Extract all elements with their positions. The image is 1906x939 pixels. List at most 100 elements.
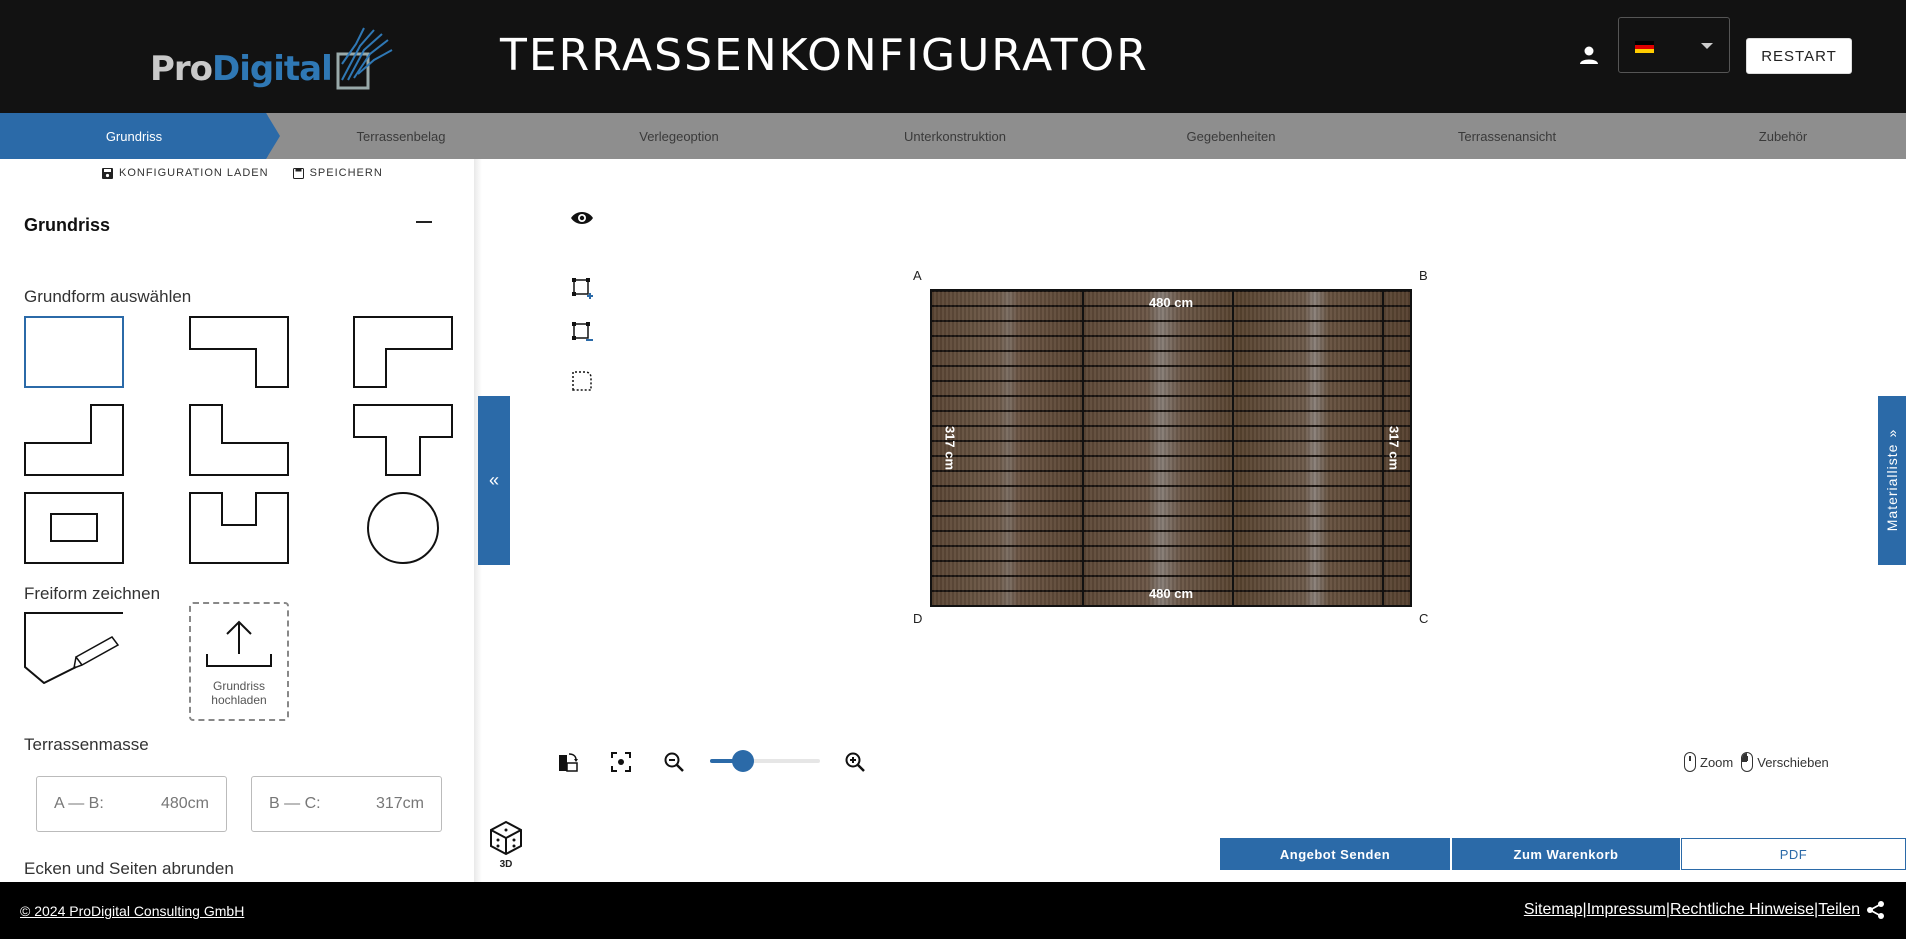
collapse-minus-icon[interactable] [416,221,432,223]
shape-t-icon [353,404,453,476]
section-title: Grundriss [24,215,111,235]
freeform-draw[interactable] [24,612,124,685]
eye-icon[interactable] [568,204,596,232]
load-config-button[interactable]: KONFIGURATION LADEN [102,167,269,179]
footer-links: Sitemap | Impressum | Rechtliche Hinweis… [1524,900,1886,920]
step-terrassenbelag[interactable]: Terrassenbelag [276,113,526,159]
dim-ab-label: A — B: [54,795,104,812]
language-select[interactable] [1618,17,1730,73]
material-list-text: Materialliste [1884,443,1900,532]
zoom-out-icon[interactable] [660,748,688,776]
pdf-button[interactable]: PDF [1681,838,1906,870]
zoom-slider[interactable] [710,750,820,772]
zoom-in-icon[interactable] [841,748,869,776]
remove-point-icon[interactable] [568,318,596,346]
mouse-scroll-icon [1684,752,1696,772]
restart-button[interactable]: RESTART [1746,38,1852,74]
step-terrassenansicht[interactable]: Terrassenansicht [1382,113,1632,159]
impressum-link[interactable]: Impressum [1587,901,1666,919]
shape-t[interactable] [353,404,453,476]
dim-left-label: 317 cm [942,425,958,471]
upload-label-1: Grundriss [212,679,265,693]
fit-screen-icon[interactable] [607,748,635,776]
logo-text: ProDigital [150,49,333,92]
board-joint [1232,291,1234,605]
shape-u[interactable] [189,492,289,564]
add-to-cart-button[interactable]: Zum Warenkorb [1452,838,1680,870]
upload-label-2: hochladen [211,693,267,707]
shape-step-right-icon [24,404,124,476]
step-unterkonstruktion[interactable]: Unterkonstruktion [830,113,1080,159]
dim-ab-value: 480cm [160,795,209,812]
rotate-icon[interactable] [554,748,582,776]
send-offer-button[interactable]: Angebot Senden [1220,838,1450,870]
prodigital-logo[interactable]: ProDigital [150,22,394,92]
left-panel: KONFIGURATION LADEN SPEICHERN Grundriss … [0,159,478,882]
corner-c: C [1419,611,1429,626]
shape-u-icon [189,492,289,564]
step-verlegeoption[interactable]: Verlegeoption [554,113,804,159]
zoom-hint: Zoom Verschieben [1684,752,1829,772]
pencil-freeform-icon [24,612,123,685]
cube-3d-icon [490,820,522,856]
zoom-slider-thumb[interactable] [732,750,754,772]
shape-l-left-icon [353,316,453,388]
save-label: SPEICHERN [309,167,383,179]
shape-circle[interactable] [353,492,453,564]
config-actions: KONFIGURATION LADEN SPEICHERN [102,167,383,179]
round-corners-label[interactable]: Ecken und Seiten abrunden [24,859,234,879]
dim-ab-field[interactable]: A — B: 480cm [36,776,227,832]
double-chevron-right-icon: » [1884,428,1900,438]
shape-circle-icon [367,492,439,564]
shape-l-right[interactable] [189,316,289,388]
shape-step-left-icon [189,404,289,476]
step-zubehoer[interactable]: Zubehör [1658,113,1906,159]
corner-b: B [1419,268,1428,283]
floppy-icon [292,167,304,179]
step-gegebenheiten[interactable]: Gegebenheiten [1106,113,1356,159]
shape-step-left[interactable] [189,404,289,476]
shape-frame[interactable] [24,492,124,564]
chevron-down-icon [1701,43,1713,49]
app-title: TERRASSENKONFIGURATOR [500,30,1149,81]
upload-icon [206,620,272,667]
corner-a: A [913,268,922,283]
dimensions-label: Terrassenmasse [24,735,149,754]
mouse-click-icon [1741,752,1754,772]
shape-rectangle[interactable] [24,316,124,388]
sitemap-link[interactable]: Sitemap [1524,901,1583,919]
step-grundriss[interactable]: Grundriss [0,113,268,159]
german-flag-icon [1635,41,1654,53]
dim-top-label: 480 cm [1148,295,1194,310]
dim-bc-field[interactable]: B — C: 317cm [251,776,442,832]
user-icon[interactable] [1578,44,1600,66]
board-joint [1382,291,1384,605]
zoom-hint-label: Zoom [1700,754,1734,770]
move-hint-label: Verschieben [1757,754,1829,770]
share-link[interactable]: Teilen [1818,901,1860,919]
logo-pro: Pro [150,49,213,89]
material-list-toggle[interactable]: Materialliste » [1878,396,1906,565]
dim-bc-label: B — C: [269,795,321,812]
round-corner-icon[interactable] [568,367,596,395]
freeform-label: Freiform zeichnen [24,584,161,603]
view-3d-button[interactable]: 3D [488,820,524,870]
save-disk-icon [102,167,113,179]
shape-step-right[interactable] [24,404,124,476]
upload-floorplan-button[interactable]: Grundriss hochladen [189,602,289,721]
footer: © 2024 ProDigital Consulting GmbH Sitema… [0,882,1906,939]
load-config-label: KONFIGURATION LADEN [119,167,269,179]
save-button[interactable]: SPEICHERN [292,167,383,179]
share-icon[interactable] [1866,900,1886,920]
view-3d-label: 3D [499,859,513,870]
add-point-icon[interactable] [568,274,596,302]
collapse-panel-toggle[interactable]: « [478,396,510,565]
terrace-floorplan[interactable]: 480 cm 480 cm 317 cm 317 cm [930,289,1412,607]
wood-texture [932,291,1410,605]
copyright-link[interactable]: © 2024 ProDigital Consulting GmbH [20,903,244,919]
shape-select-label: Grundform auswählen [24,287,192,306]
shape-l-left[interactable] [353,316,453,388]
dim-bc-value: 317cm [375,795,424,812]
shape-l-right-icon [189,316,289,388]
legal-link[interactable]: Rechtliche Hinweise [1670,901,1814,919]
